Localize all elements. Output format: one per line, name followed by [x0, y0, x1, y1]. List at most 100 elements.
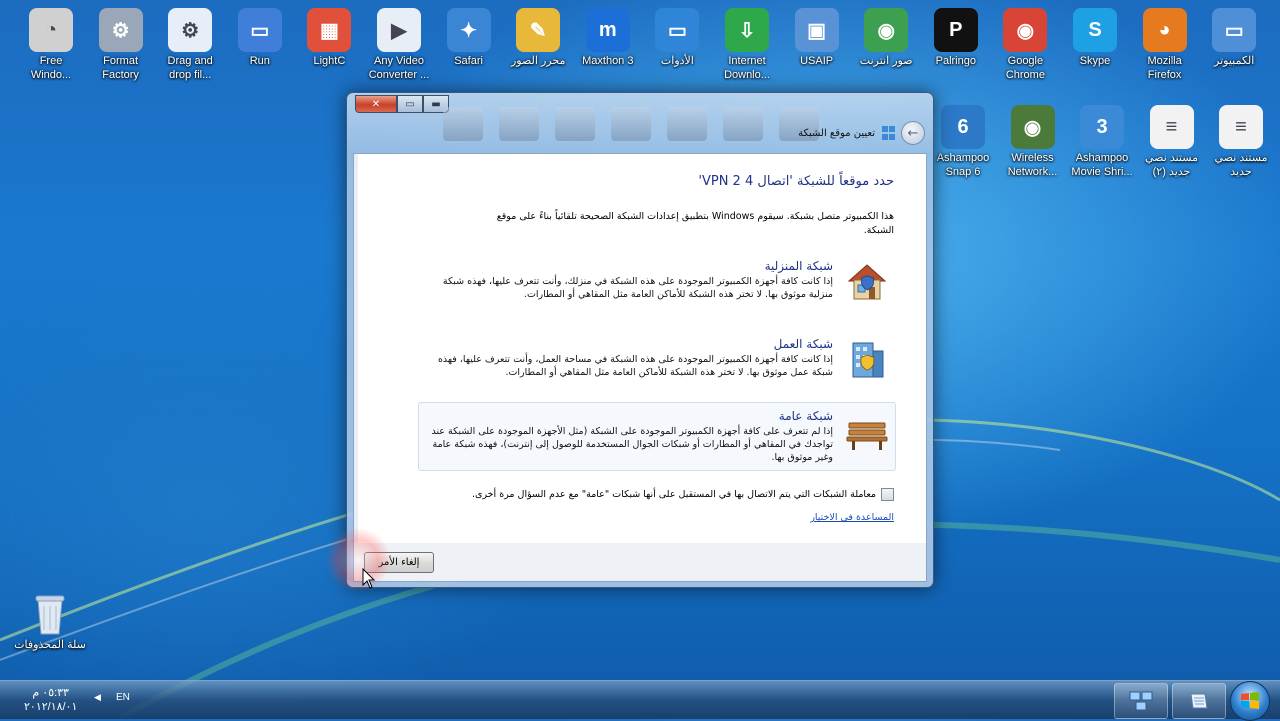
- option-title: شبكة المنزلية: [764, 259, 833, 273]
- desktop-icon-label: الكمبيوتر: [1214, 55, 1255, 67]
- desktop-icon[interactable]: ◕ Mozilla Firefox: [1129, 2, 1201, 82]
- desktop-icon[interactable]: ≡ مستند نصي جديد: [1205, 99, 1277, 179]
- desktop-icon-label: Run: [249, 55, 270, 67]
- desktop-icon[interactable]: ✎ محرر الصور: [502, 2, 574, 68]
- desktop-icon[interactable]: ⚙ Drag and drop fil...: [154, 2, 226, 82]
- desktop-icon[interactable]: ◔ Free Windo...: [15, 2, 87, 82]
- option-home-network[interactable]: شبكة المنزلية إذا كانت كافة أجهزة الكمبي…: [418, 252, 896, 308]
- desktop-icon-label: Skype: [1079, 55, 1111, 67]
- download-manager-icon: ⇩: [725, 8, 769, 52]
- tray-expand-icon[interactable]: ◀: [94, 693, 101, 703]
- minimize-icon: ▬: [431, 98, 441, 110]
- intro-text: هذا الكمبيوتر متصل بشبكة. سيقوم Windows …: [496, 211, 894, 236]
- click-highlight: [326, 528, 390, 592]
- maxthon-icon: m: [585, 8, 630, 52]
- desktop-icon-label: Free Windo...: [30, 55, 72, 81]
- back-button[interactable]: ←: [901, 121, 925, 145]
- desktop-icon[interactable]: ▭ Run: [224, 2, 296, 68]
- film-icon: 3: [1080, 105, 1124, 149]
- start-button[interactable]: [1230, 681, 1270, 721]
- computer-icon: ▭: [1212, 8, 1257, 52]
- background-thumbnails: [443, 107, 819, 141]
- text-document-icon: ≡: [1149, 105, 1194, 149]
- paint-icon: ✎: [516, 8, 561, 52]
- desktop-icon-label: صور انترنت: [859, 55, 913, 67]
- desktop-icon-label: Format Factory: [102, 55, 139, 81]
- desktop-icon-label: LightC: [313, 55, 346, 67]
- desktop-icon-label: محرر الصور: [511, 55, 566, 67]
- desktop-icon-label: Ashampoo Snap 6: [936, 152, 990, 178]
- desktop-icon-label: Mozilla Firefox: [1147, 55, 1182, 81]
- scrollbar-track[interactable]: [354, 154, 358, 544]
- lightc-icon: ▦: [307, 8, 352, 52]
- back-arrow-icon: ←: [907, 125, 919, 141]
- text-document-icon: ≡: [1219, 105, 1263, 149]
- desktop-icon[interactable]: S Skype: [1059, 2, 1131, 68]
- desktop-icon[interactable]: ◉ Wireless Network...: [997, 99, 1069, 179]
- recycle-bin-icon: [28, 592, 72, 636]
- window-controls: ✕ ▭ ▬: [355, 95, 449, 113]
- desktop-icon-label: مستند نصي جديد: [1214, 152, 1268, 178]
- desktop-icon-recycle-bin[interactable]: سلة المحذوفات: [14, 586, 86, 652]
- format-factory-icon: ⚙: [98, 8, 143, 52]
- desktop-icon[interactable]: ⇩ Internet Downlo...: [711, 2, 783, 82]
- network-location-dialog: ✕ ▭ ▬ ← تعيين موقع الشبكة حدد موقعاً للش…: [346, 92, 934, 588]
- option-description: إذا لم تتعرف على كافة أجهزة الكمبيوتر ال…: [431, 426, 833, 463]
- desktop-icon[interactable]: ▭ الكمبيوتر: [1198, 2, 1270, 68]
- desktop-icon-label: Google Chrome: [1005, 55, 1045, 81]
- dialog-content: حدد موقعاً للشبكة 'اتصال 4 VPN 2' هذا ال…: [353, 153, 927, 545]
- desktop-icon[interactable]: ≡ مستند نصي جديد (٢): [1136, 99, 1208, 179]
- desktop-icon[interactable]: P Palringo: [920, 2, 992, 68]
- dialog-heading: حدد موقعاً للشبكة 'اتصال 4 VPN 2': [698, 174, 894, 189]
- desktop-icon[interactable]: ▦ LightC: [293, 2, 365, 68]
- desktop-icon[interactable]: ◉ صور انترنت: [850, 2, 922, 68]
- desktop-icon-label: الأدوات: [660, 55, 694, 67]
- desktop-icon[interactable]: ▭ الأدوات: [641, 2, 713, 68]
- skype-icon: S: [1073, 8, 1117, 52]
- desktop-icon[interactable]: ◉ Google Chrome: [989, 2, 1061, 82]
- taskbar-button-notepad[interactable]: [1172, 683, 1226, 719]
- windows-logo-icon: [1241, 692, 1259, 709]
- drag-drop-icon: ⚙: [168, 8, 213, 52]
- taskbar-button-network[interactable]: [1114, 683, 1168, 719]
- maximize-button[interactable]: ▭: [397, 95, 423, 113]
- desktop-icon-label: Internet Downlo...: [724, 55, 770, 81]
- desktop-icon[interactable]: 6 Ashampoo Snap 6: [927, 99, 999, 179]
- desktop-icon[interactable]: ▶ Any Video Converter ...: [363, 2, 435, 82]
- desktop-icon[interactable]: m Maxthon 3: [572, 2, 644, 68]
- desktop-icon-label: USAIP: [800, 55, 834, 67]
- language-indicator[interactable]: EN: [116, 692, 130, 703]
- notepad-icon: [1190, 693, 1208, 709]
- close-button[interactable]: ✕: [355, 95, 397, 113]
- desktop-icon[interactable]: ▣ USAIP: [781, 2, 853, 68]
- camera-icon: 6: [941, 105, 985, 149]
- desktop-icon-label: Drag and drop fil...: [167, 55, 213, 81]
- mouse-cursor-icon: [362, 568, 376, 589]
- desktop-icon-label: مستند نصي جديد (٢): [1145, 152, 1198, 178]
- option-description: إذا كانت كافة أجهزة الكمبيوتر الموجودة ع…: [442, 276, 833, 300]
- network-icon: ▣: [794, 8, 839, 52]
- close-icon: ✕: [371, 98, 381, 110]
- home-network-icon: [847, 264, 887, 300]
- option-public-network[interactable]: شبكة عامة إذا لم تتعرف على كافة أجهزة ال…: [418, 402, 896, 471]
- help-choosing-link[interactable]: المساعدة في الاختيار: [810, 512, 894, 523]
- desktop-icon[interactable]: 3 Ashampoo Movie Shri...: [1066, 99, 1138, 179]
- option-work-network[interactable]: شبكة العمل إذا كانت كافة أجهزة الكمبيوتر…: [418, 330, 896, 386]
- dont-ask-again-checkbox[interactable]: [881, 488, 894, 501]
- option-title: شبكة العمل: [773, 337, 833, 351]
- dialog-footer: إلغاء الأمر: [353, 543, 927, 582]
- eye-icon: ◉: [1010, 105, 1055, 149]
- globe-icon: ◉: [864, 8, 909, 52]
- chrome-icon: ◉: [1003, 8, 1048, 52]
- option-description: إذا كانت كافة أجهزة الكمبيوتر الموجودة ع…: [437, 354, 833, 378]
- public-network-icon: [846, 422, 888, 450]
- taskbar: ٠٥:٣٣ م ٢٠١٢/١٨/٠١ ◀ EN: [0, 680, 1280, 721]
- desktop-icon-label: Wireless Network...: [1007, 152, 1058, 178]
- desktop-icon[interactable]: ⚙ Format Factory: [85, 2, 157, 82]
- desktop-icon[interactable]: ✦ Safari: [433, 2, 505, 68]
- system-clock[interactable]: ٠٥:٣٣ م ٢٠١٢/١٨/٠١: [24, 686, 77, 714]
- maximize-icon: ▭: [405, 98, 415, 110]
- dont-ask-again-row: معاملة الشبكات التي يتم الاتصال بها في ا…: [472, 488, 894, 501]
- run-icon: ▭: [237, 8, 282, 52]
- desktop-icon-label: Safari: [454, 55, 483, 67]
